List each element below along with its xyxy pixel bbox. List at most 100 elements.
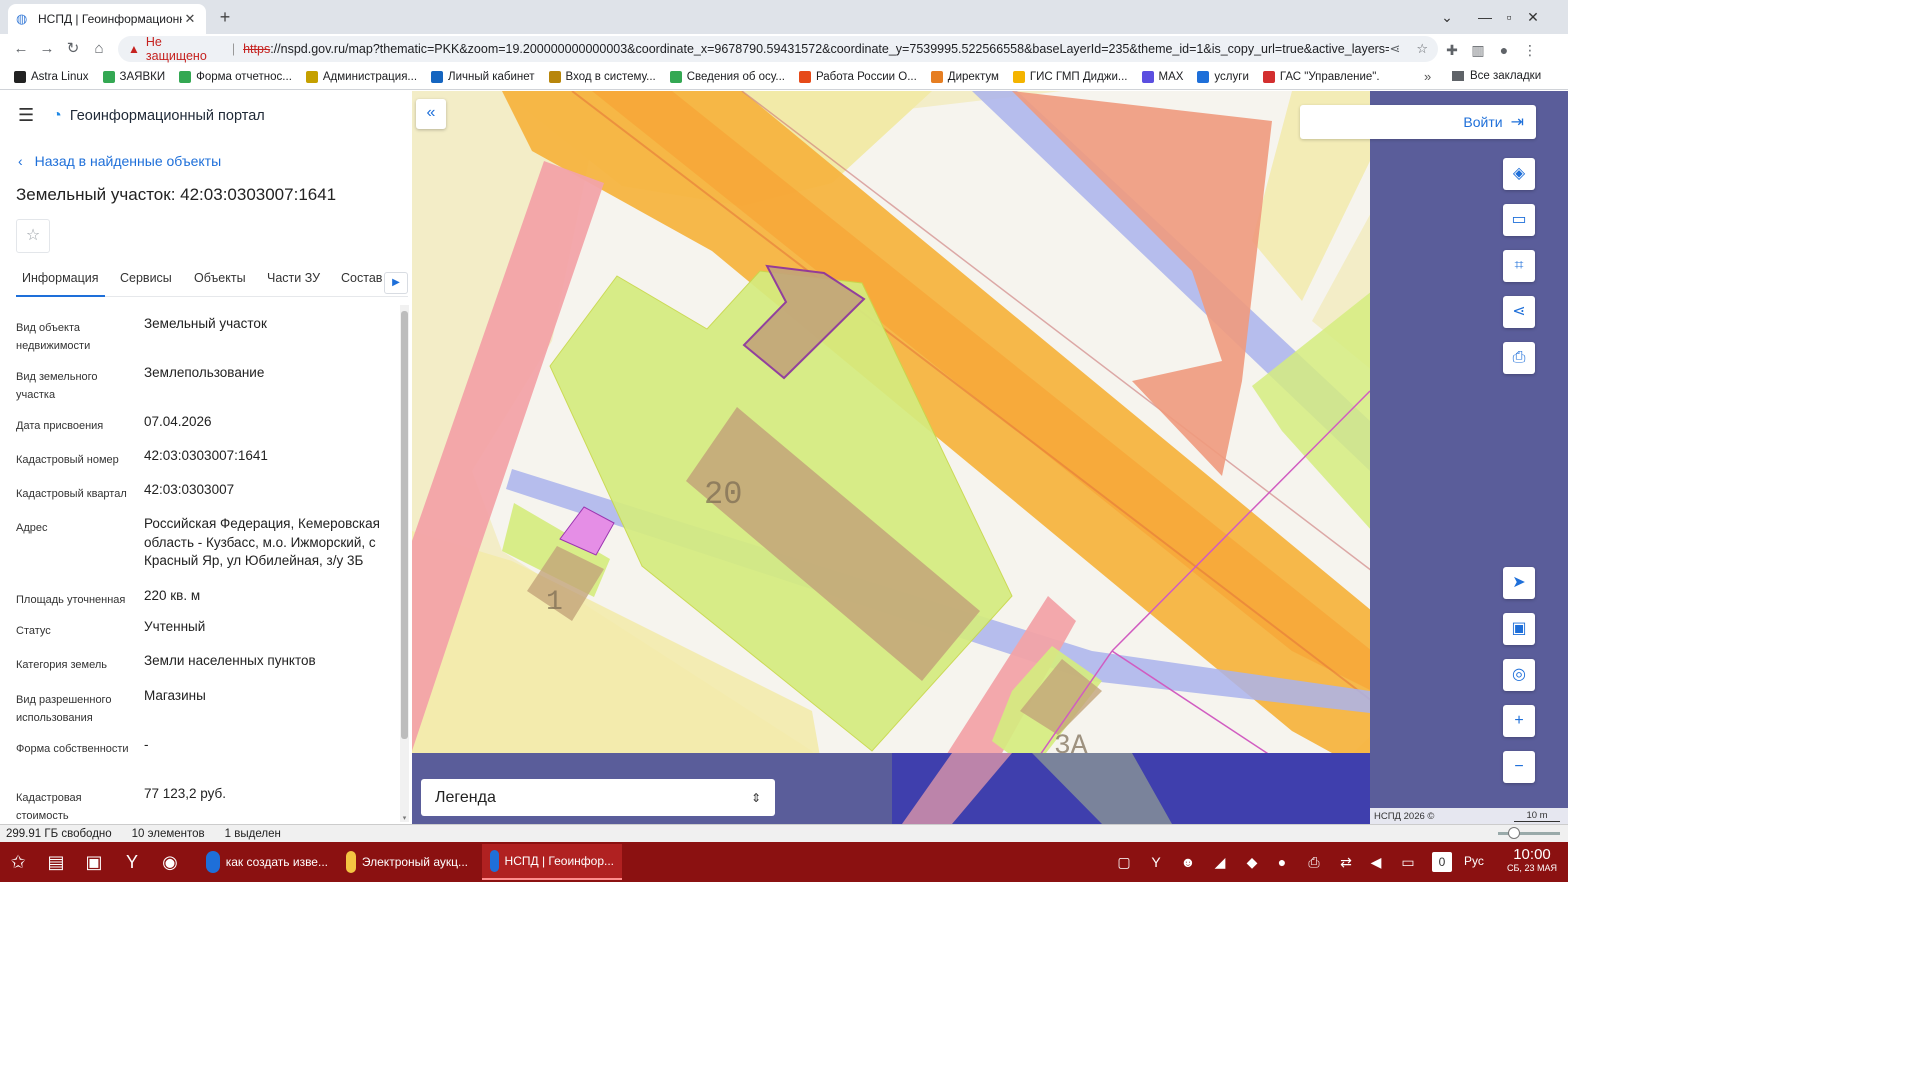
tabs-scroll-right-button[interactable]: ▶ — [384, 272, 408, 294]
extensions-icon[interactable]: ✚ — [1442, 40, 1462, 60]
bookmark-item[interactable]: ЗАЯВКИ — [102, 70, 165, 83]
locate-icon: ➤ — [1512, 574, 1526, 591]
panel-tab[interactable]: Состав — [335, 271, 388, 297]
home-icon[interactable]: ⌂ — [88, 38, 110, 60]
menu-icon[interactable]: ⋮ — [1520, 40, 1540, 60]
red-app-tray-icon[interactable]: ● — [1272, 852, 1292, 872]
start-menu-icon[interactable]: ✩ — [6, 850, 30, 874]
collapse-panel-button[interactable]: « — [416, 99, 446, 129]
bookmark-item[interactable]: MAX — [1141, 70, 1183, 83]
attribute-value: 42:03:0303007:1641 — [144, 448, 268, 463]
yandex-tray-icon[interactable]: Y — [1146, 852, 1166, 872]
panel-tab[interactable]: Объекты — [188, 271, 252, 297]
attribute-value: Магазины — [144, 688, 206, 703]
attribute-value: Российская Федерация, Кемеровская област… — [144, 516, 380, 568]
bookmark-item[interactable]: Вход в систему... — [548, 70, 656, 83]
taskbar-window-button[interactable]: Электроный аукц... — [338, 844, 476, 880]
attribute-label: Вид объекта недвижимости — [16, 322, 91, 352]
back-arrow-icon[interactable]: ← — [10, 38, 32, 60]
keyboard-layout[interactable]: Рус — [1464, 854, 1484, 868]
app-tray-icon[interactable]: ◢ — [1210, 852, 1230, 872]
legend-dropdown[interactable]: Легенда ⇕ — [421, 779, 775, 816]
close-tab-icon[interactable]: ✕ — [182, 11, 198, 27]
back-to-results-link[interactable]: ‹ Назад в найденные объекты — [18, 153, 221, 169]
new-tab-button[interactable]: + — [214, 6, 236, 28]
object-info-panel: ☰ ◔ Геоинформационный портал ‹ Назад в н… — [0, 91, 412, 824]
zoom-select-button[interactable]: ⌗ — [1503, 250, 1535, 282]
bookmark-favicon-icon — [1197, 70, 1210, 83]
panel-tab[interactable]: Части ЗУ — [261, 271, 326, 297]
login-button[interactable]: Войти ⇥ — [1300, 105, 1536, 139]
maximize-icon[interactable]: ▫ — [1498, 6, 1520, 28]
address-bar[interactable]: ▲ Не защищено | https ://nspd.gov.ru/map… — [118, 35, 1438, 63]
hamburger-menu-icon[interactable]: ☰ — [18, 105, 34, 126]
file-manager-icon[interactable]: ▣ — [82, 850, 106, 874]
browser-tab[interactable]: ◍ НСПД | Геоинформационн ✕ — [8, 4, 206, 34]
tab-search-icon[interactable]: ⌄ — [1436, 6, 1458, 28]
bookmark-item[interactable]: ГАС "Управление". — [1262, 70, 1380, 83]
bookmark-star-icon[interactable]: ☆ — [1416, 41, 1428, 57]
notification-counter[interactable]: 0 — [1432, 852, 1452, 872]
bookmark-item[interactable]: Astra Linux — [14, 70, 89, 83]
map-canvas[interactable]: 20 1 3А — [412, 91, 1568, 824]
bookmark-item[interactable]: Директум — [930, 70, 999, 83]
all-bookmarks-folder[interactable]: Все закладки — [1452, 70, 1541, 82]
display-tray-icon[interactable]: ▭ — [1398, 852, 1418, 872]
search-location-button[interactable]: ◎ — [1503, 659, 1535, 691]
anydesk-tray-icon[interactable]: ◆ — [1242, 852, 1262, 872]
clock[interactable]: 10:00 СБ, 23 МАЯ — [1500, 846, 1564, 873]
zoom-in-button[interactable]: + — [1503, 705, 1535, 737]
network-tray-icon[interactable]: ▢ — [1114, 852, 1134, 872]
bookmark-item[interactable]: услуги — [1197, 70, 1249, 83]
object-title: Земельный участок: 42:03:0303007:1641 — [16, 185, 337, 204]
scroll-down-icon[interactable]: ▾ — [401, 814, 408, 822]
yandex-browser-icon[interactable]: Y — [120, 850, 144, 874]
cat-tray-icon[interactable]: ☻ — [1178, 852, 1198, 872]
bookmark-item[interactable]: Личный кабинет — [431, 70, 535, 83]
sync-tray-icon[interactable]: ⇄ — [1336, 852, 1356, 872]
bookmark-item[interactable]: Форма отчетнос... — [179, 70, 292, 83]
security-label[interactable]: Не защищено — [146, 35, 224, 63]
favorite-star-button[interactable]: ☆ — [16, 219, 50, 253]
print-button[interactable]: ⎙ — [1503, 342, 1535, 374]
layers-button[interactable]: ◈ — [1503, 158, 1535, 190]
printer-tray-icon[interactable]: ⎙ — [1304, 852, 1324, 872]
zoom-slider[interactable] — [1498, 827, 1560, 839]
attribute-label: Дата присвоения — [16, 420, 104, 432]
bookmark-favicon-icon — [431, 70, 444, 83]
share-button[interactable]: ⋖ — [1503, 296, 1535, 328]
warning-icon[interactable]: ▲ — [128, 42, 140, 56]
bookmark-item[interactable]: ГИС ГМП Диджи... — [1012, 70, 1128, 83]
panel-tab[interactable]: Информация — [16, 271, 105, 297]
profile-icon[interactable]: ● — [1494, 40, 1514, 60]
bookmark-item[interactable]: Сведения об осу... — [669, 70, 785, 83]
ruler-button[interactable]: ▭ — [1503, 204, 1535, 236]
bookmark-item[interactable]: Работа России О... — [799, 70, 917, 83]
locate-button[interactable]: ➤ — [1503, 567, 1535, 599]
windows-icon[interactable]: ▤ — [44, 850, 68, 874]
zoom-slider-knob[interactable] — [1508, 827, 1520, 839]
window-title: НСПД | Геоинфор... — [504, 854, 614, 868]
bookmarks-overflow-icon[interactable]: » — [1424, 69, 1431, 84]
volume-icon[interactable]: ◀ — [1366, 852, 1386, 872]
minimize-icon[interactable]: — — [1474, 6, 1496, 28]
chromium-icon[interactable]: ◉ — [158, 850, 182, 874]
taskbar-window-button[interactable]: как создать изве... — [198, 844, 336, 880]
scrollbar-thumb[interactable] — [401, 311, 408, 739]
bookmark-favicon-icon — [799, 70, 811, 83]
zoom-out-button[interactable]: − — [1503, 751, 1535, 783]
side-panel-icon[interactable]: ▥ — [1468, 40, 1488, 60]
bookmark-favicon-icon — [102, 70, 115, 83]
taskbar-window-button[interactable]: НСПД | Геоинфор... — [482, 844, 622, 880]
minimap-button[interactable]: ▣ — [1503, 613, 1535, 645]
map-attribution: НСПД 2026 © 10 m — [1370, 808, 1568, 824]
map-view[interactable]: 20 1 3А « Войти ⇥ ◈ ▭ ⌗ ⋖ ⎙ ➤ ▣ ◎ + − Ле… — [412, 91, 1568, 824]
bookmark-item[interactable]: Администрация... — [305, 70, 417, 83]
share-page-icon[interactable]: ⋖ — [1389, 41, 1400, 57]
close-window-icon[interactable]: ✕ — [1522, 6, 1544, 28]
forward-arrow-icon[interactable]: → — [36, 38, 58, 60]
bookmark-label: Вход в систему... — [565, 70, 656, 83]
panel-scrollbar[interactable]: ▾ — [400, 305, 409, 822]
reload-icon[interactable]: ↻ — [62, 38, 84, 60]
panel-tab[interactable]: Сервисы — [114, 271, 178, 297]
